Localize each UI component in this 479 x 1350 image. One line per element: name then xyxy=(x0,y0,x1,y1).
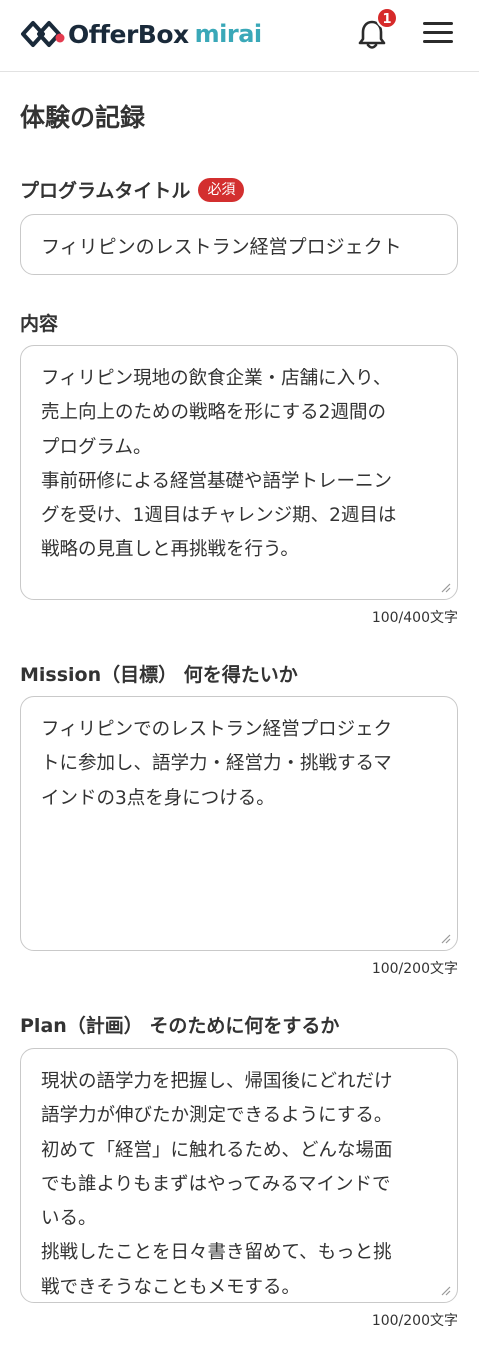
content-line: プログラム。 xyxy=(41,436,152,458)
app-header: OfferBox mirai 1 xyxy=(0,0,479,72)
required-badge: 必須 xyxy=(198,177,245,202)
mission-text: フィリピンでのレストラン経営プロジェク トに参加し、語学力・経営力・挑戦するマ … xyxy=(41,713,443,816)
content-textarea[interactable]: フィリピン現地の飲食企業・店舗に入り、 売上向上のための戦略を形にする2週間の … xyxy=(20,345,458,600)
plan-label-text: Plan（計画） そのために何をするか xyxy=(20,1015,340,1037)
content-line: グを受け、1週目はチャレンジ期、2週目は xyxy=(41,505,397,527)
plan-textarea[interactable]: 現状の語学力を把握し、帰国後にどれだけ 語学力が伸びたか測定できるようにする。 … xyxy=(20,1048,458,1303)
program-title-label-text: プログラムタイトル xyxy=(20,180,191,202)
mission-line: トに参加し、語学力・経営力・挑戦するマ xyxy=(41,753,392,775)
mission-label-text: Mission（目標） 何を得たいか xyxy=(20,664,298,686)
content-line: 売上向上のための戦略を形にする2週間の xyxy=(41,402,386,424)
brand-sub-name: mirai xyxy=(194,20,263,48)
plan-line: 戦できそうなこともメモする。 xyxy=(41,1276,301,1298)
notification-count-badge: 1 xyxy=(376,7,398,29)
plan-char-counter: 100/200文字 xyxy=(371,1313,458,1329)
resize-handle-icon[interactable] xyxy=(439,581,451,593)
program-title-input[interactable]: フィリピンのレストラン経営プロジェクト xyxy=(20,214,458,275)
content-line: 事前研修による経営基礎や語学トレーニン xyxy=(41,470,392,492)
plan-line: 挑戦したことを日々書き留めて、もっと挑 xyxy=(41,1242,392,1264)
plan-line: 語学力が伸びたか測定できるようにする。 xyxy=(41,1105,393,1127)
mission-textarea[interactable]: フィリピンでのレストラン経営プロジェク トに参加し、語学力・経営力・挑戦するマ … xyxy=(20,696,458,951)
plan-label: Plan（計画） そのために何をするか xyxy=(20,1011,339,1038)
content-text: フィリピン現地の飲食企業・店舗に入り、 売上向上のための戦略を形にする2週間の … xyxy=(41,362,443,568)
offerbox-logo-icon xyxy=(21,21,65,47)
content-label: 内容 xyxy=(20,309,58,336)
page-title: 体験の記録 xyxy=(20,103,146,132)
program-title-value: フィリピンのレストラン経営プロジェクト xyxy=(41,236,402,258)
content-line: フィリピン現地の飲食企業・店舗に入り、 xyxy=(41,368,392,389)
content-char-counter: 100/400文字 xyxy=(371,610,458,626)
plan-line: 現状の語学力を把握し、帰国後にどれだけ xyxy=(41,1071,393,1092)
brand-name: OfferBox xyxy=(68,19,189,49)
plan-line: でも誰よりもまずはやってみるマインドで xyxy=(41,1173,391,1195)
plan-text: 現状の語学力を把握し、帰国後にどれだけ 語学力が伸びたか測定できるようにする。 … xyxy=(41,1065,443,1302)
mission-line: インドの3点を身につける。 xyxy=(41,787,275,809)
hamburger-menu-icon[interactable] xyxy=(423,22,453,44)
plan-line: 初めて「経営」に触れるため、どんな場面 xyxy=(41,1139,393,1161)
mission-line: フィリピンでのレストラン経営プロジェク xyxy=(41,719,393,740)
program-title-label: プログラムタイトル 必須 xyxy=(20,176,245,203)
resize-handle-icon[interactable] xyxy=(439,932,451,944)
content-label-text: 内容 xyxy=(20,313,59,335)
plan-line: いる。 xyxy=(41,1208,97,1230)
brand-logo[interactable]: OfferBox mirai xyxy=(20,16,262,52)
resize-handle-icon[interactable] xyxy=(439,1284,451,1296)
mission-label: Mission（目標） 何を得たいか xyxy=(20,660,298,687)
mission-char-counter: 100/200文字 xyxy=(371,961,458,977)
content-line: 戦略の見直しと再挑戦を行う。 xyxy=(41,539,299,561)
